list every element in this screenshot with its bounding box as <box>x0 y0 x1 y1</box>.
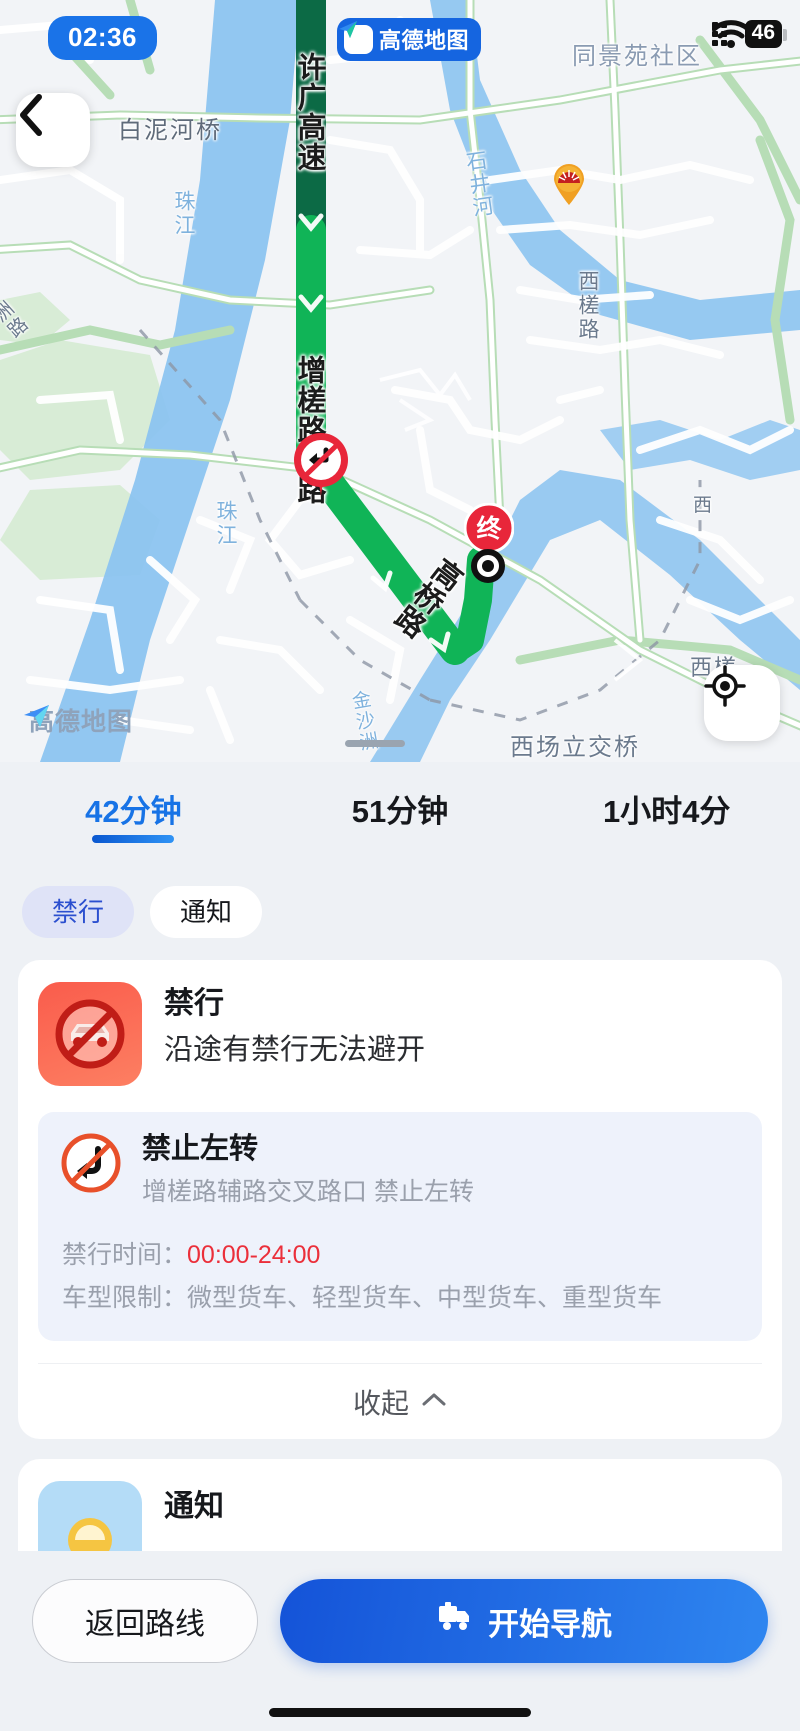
start-navigation-button[interactable]: 开始导航 <box>280 1579 768 1663</box>
restriction-detail-location: 增槎路辅路交叉路口 禁止左转 <box>142 1177 474 1206</box>
tab-route-2[interactable]: 51分钟 <box>267 778 534 831</box>
chevron-up-icon <box>421 1391 447 1412</box>
no-left-turn-icon <box>60 1132 122 1194</box>
restriction-vehicle-label: 车型限制： <box>62 1283 188 1312</box>
restriction-detail-block: 禁止左转 增槎路辅路交叉路口 禁止左转 禁行时间：00:00-24:00 车型限… <box>38 1112 762 1342</box>
amap-badge-label: 高德地图 <box>379 28 470 53</box>
restriction-time-label: 禁行时间： <box>62 1241 188 1270</box>
map-label-baini-bridge: 白泥河桥 <box>118 117 222 144</box>
destination-dot <box>471 549 505 583</box>
no-vehicle-icon <box>38 982 142 1086</box>
tab-route-1[interactable]: 42分钟 <box>0 778 267 831</box>
restriction-detail-text: 禁止左转 增槎路辅路交叉路口 禁止左转 <box>142 1132 474 1208</box>
map-label-pearl-river-1: 珠江 <box>172 190 195 238</box>
home-indicator <box>269 1708 531 1717</box>
restriction-card-subtitle: 沿途有禁行无法避开 <box>164 1033 426 1066</box>
bottom-sheet: 42分钟 51分钟 1小时4分 禁行 通知 禁行 沿途有禁行无法避开 禁止左转 … <box>0 762 800 1731</box>
status-bar-right: 46 <box>711 20 788 49</box>
back-button[interactable] <box>16 93 90 167</box>
restriction-detail-header: 禁止左转 增槎路辅路交叉路口 禁止左转 <box>60 1132 740 1208</box>
collapse-label: 收起 <box>352 1387 409 1419</box>
tab-route-3[interactable]: 1小时4分 <box>533 778 800 831</box>
restriction-detail-meta: 禁行时间：00:00-24:00 车型限制：微型货车、轻型货车、中型货车、重型货… <box>60 1234 740 1319</box>
restriction-vehicle-value: 微型货车、轻型货车、中型货车、重型货车 <box>187 1283 663 1312</box>
route-label-xuguang-expressway: 许广高速 <box>293 52 325 172</box>
truck-icon <box>436 1601 472 1641</box>
restriction-time-row: 禁行时间：00:00-24:00 <box>62 1234 740 1277</box>
amap-watermark: 高德地图 <box>22 702 133 738</box>
sheet-drag-handle[interactable] <box>345 740 405 747</box>
map-label-pearl-river-2: 珠江 <box>214 500 237 548</box>
map-label-tongjingyuan-community: 同景苑社区 <box>572 43 702 70</box>
chip-notice[interactable]: 通知 <box>150 886 263 938</box>
map-label-xicha-road: 西槎路 <box>576 270 599 342</box>
back-route-button[interactable]: 返回路线 <box>32 1579 258 1663</box>
route-tabs: 42分钟 51分钟 1小时4分 <box>0 762 800 850</box>
map-label-xi: 西 <box>693 495 715 516</box>
restriction-card-title: 禁行 <box>164 987 224 1020</box>
notice-card-title: 通知 <box>164 1490 224 1524</box>
restriction-card-header: 禁行 沿途有禁行无法避开 <box>38 982 762 1086</box>
amap-badge: 高德地图 <box>337 18 482 61</box>
restriction-vehicle-row: 车型限制：微型货车、轻型货车、中型货车、重型货车 <box>62 1277 740 1320</box>
collapse-button[interactable]: 收起 <box>38 1363 762 1439</box>
restriction-card: 禁行 沿途有禁行无法避开 禁止左转 增槎路辅路交叉路口 禁止左转 禁行时间：00… <box>18 960 782 1440</box>
locate-button[interactable] <box>704 665 780 741</box>
poi-marker[interactable] <box>552 163 586 205</box>
amap-logo-icon <box>339 21 373 54</box>
start-navigation-label: 开始导航 <box>488 1606 612 1642</box>
svg-text:终: 终 <box>476 514 502 543</box>
map-view[interactable]: 白泥河桥 珠江 珠江 石井河 西槎路 西场立交桥 同景苑社区 金沙洲 洲路 西 … <box>0 0 800 762</box>
bottom-action-bar: 返回路线 开始导航 <box>0 1551 800 1731</box>
map-label-xichang-interchange: 西场立交桥 <box>510 734 640 761</box>
navigation-screen: 白泥河桥 珠江 珠江 石井河 西槎路 西场立交桥 同景苑社区 金沙洲 洲路 西 … <box>0 0 800 1731</box>
no-left-turn-marker[interactable] <box>293 432 349 498</box>
restriction-time-value: 00:00-24:00 <box>187 1241 321 1270</box>
chip-restriction[interactable]: 禁行 <box>22 886 135 938</box>
status-clock: 02:36 <box>48 16 157 60</box>
restriction-card-text: 禁行 沿途有禁行无法避开 <box>164 982 425 1071</box>
filter-chips: 禁行 通知 <box>0 850 800 938</box>
restriction-detail-title: 禁止左转 <box>142 1133 259 1165</box>
battery-indicator: 46 <box>744 20 788 49</box>
